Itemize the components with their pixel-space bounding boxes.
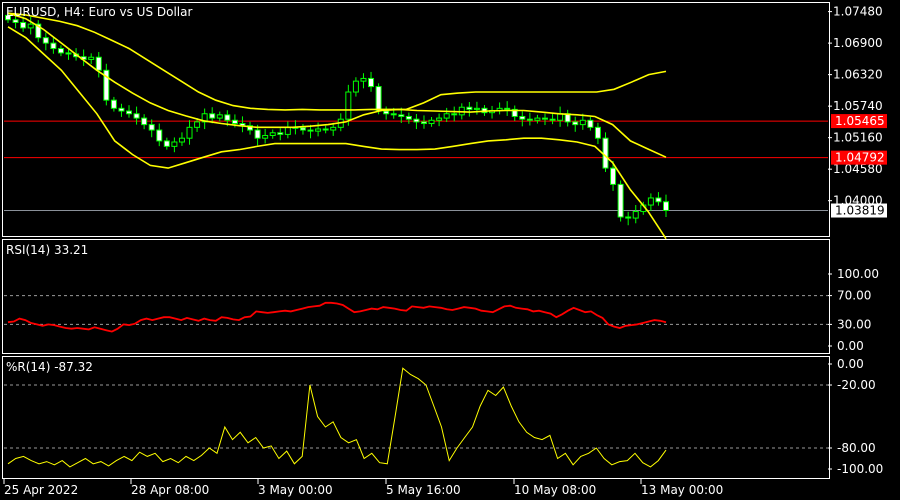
candle-body[interactable] (141, 117, 148, 126)
candle-body[interactable] (436, 117, 443, 121)
candle-body[interactable] (50, 42, 57, 50)
time-axis-label: 25 Apr 2022 (4, 483, 78, 497)
candle-body[interactable] (209, 113, 216, 119)
candle-body[interactable] (307, 129, 314, 132)
candle-body[interactable] (148, 124, 155, 131)
candle-body[interactable] (443, 113, 450, 119)
time-axis-label: 3 May 00:00 (258, 483, 333, 497)
price-axis-label: 1.07480 (833, 5, 883, 19)
candle-body[interactable] (322, 128, 329, 131)
candle-body[interactable] (405, 115, 412, 120)
wpr-axis-label: -80.00 (837, 441, 876, 455)
rsi-title: RSI(14) 33.21 (6, 243, 88, 257)
candle-body[interactable] (534, 117, 541, 121)
candle-body[interactable] (473, 107, 480, 110)
candle-body[interactable] (224, 114, 231, 121)
candle-body[interactable] (42, 37, 49, 44)
candle-body[interactable] (345, 91, 352, 120)
candle-body[interactable] (587, 119, 594, 128)
candle-body[interactable] (57, 48, 64, 54)
candle-body[interactable] (368, 77, 375, 88)
candle-body[interactable] (284, 126, 291, 135)
candle-body[interactable] (254, 129, 261, 139)
rsi-pane-frame[interactable] (2, 239, 830, 354)
candle-body[interactable] (632, 211, 639, 219)
time-axis-label: 28 Apr 08:00 (131, 483, 209, 497)
candle-body[interactable] (647, 197, 654, 206)
rsi-axis-label: 30.00 (837, 317, 871, 331)
wpr-pane-frame[interactable] (2, 356, 830, 479)
candle-body[interactable] (118, 107, 125, 112)
candle-body[interactable] (504, 107, 511, 110)
candle-body[interactable] (88, 56, 95, 60)
candle-body[interactable] (625, 216, 632, 219)
price-axis-label: 1.05740 (833, 99, 883, 113)
candle-body[interactable] (126, 110, 133, 115)
candle-body[interactable] (163, 140, 170, 147)
candle-body[interactable] (231, 119, 238, 125)
candle-body[interactable] (194, 121, 201, 128)
candle-body[interactable] (12, 19, 19, 23)
price-level-label: 1.05465 (835, 114, 885, 128)
candle-body[interactable] (269, 132, 276, 136)
candle-body[interactable] (466, 106, 473, 110)
candle-body[interactable] (390, 113, 397, 116)
candle-body[interactable] (519, 115, 526, 120)
candle-body[interactable] (375, 86, 382, 112)
candle-body[interactable] (572, 121, 579, 126)
price-level-label: 1.04792 (835, 151, 885, 165)
wpr-axis-label: -100.00 (837, 462, 883, 476)
rsi-axis-label: 0.00 (837, 339, 864, 353)
candle-body[interactable] (541, 117, 548, 120)
price-axis-label: 1.06900 (833, 36, 883, 50)
candle-body[interactable] (610, 167, 617, 185)
bid-price-label: 1.03819 (835, 204, 885, 218)
candle-body[interactable] (579, 119, 586, 126)
rsi-axis-label: 100.00 (837, 267, 879, 281)
time-axis-label: 10 May 08:00 (514, 483, 596, 497)
candle-body[interactable] (594, 126, 601, 139)
candle-body[interactable] (428, 119, 435, 125)
candle-body[interactable] (110, 99, 117, 109)
wpr-axis-label: -20.00 (837, 378, 876, 392)
candle-body[interactable] (526, 118, 533, 121)
candle-body[interactable] (383, 110, 390, 115)
candle-body[interactable] (330, 126, 337, 131)
candle-body[interactable] (352, 80, 359, 93)
candle-body[interactable] (133, 113, 140, 119)
rsi-axis-label: 70.00 (837, 289, 871, 303)
candle-body[interactable] (315, 128, 322, 132)
time-axis-label: 13 May 00:00 (641, 483, 723, 497)
time-axis-label: 5 May 16:00 (386, 483, 461, 497)
candle-body[interactable] (299, 127, 306, 131)
candle-body[interactable] (360, 77, 367, 82)
williams-r-title: %R(14) -87.32 (6, 360, 93, 374)
price-axis-label: 1.05160 (833, 131, 883, 145)
trading-chart[interactable]: 1.074801.069001.063201.057401.051601.045… (0, 0, 900, 500)
candle-body[interactable] (420, 121, 427, 125)
candle-body[interactable] (27, 23, 34, 29)
price-axis-label: 1.06320 (833, 68, 883, 82)
price-chart-title: EURUSD, H4: Euro vs US Dollar (6, 5, 192, 19)
candle-body[interactable] (617, 183, 624, 218)
candle-body[interactable] (549, 118, 556, 121)
candle-body[interactable] (95, 56, 102, 71)
candle-body[interactable] (277, 132, 284, 135)
candle-body[interactable] (602, 137, 609, 169)
candle-body[interactable] (156, 129, 163, 142)
candle-body[interactable] (413, 118, 420, 123)
wpr-axis-label: 0.00 (837, 357, 864, 371)
candle-body[interactable] (171, 141, 178, 147)
candle-body[interactable] (65, 52, 72, 55)
candle-body[interactable] (655, 197, 662, 203)
candle-body[interactable] (398, 114, 405, 117)
candle-body[interactable] (216, 114, 223, 119)
candle-body[interactable] (20, 21, 27, 29)
candle-body[interactable] (451, 113, 458, 116)
candle-body[interactable] (178, 137, 185, 143)
candle-body[interactable] (663, 201, 669, 211)
candle-body[interactable] (186, 126, 193, 139)
candle-body[interactable] (262, 134, 269, 139)
